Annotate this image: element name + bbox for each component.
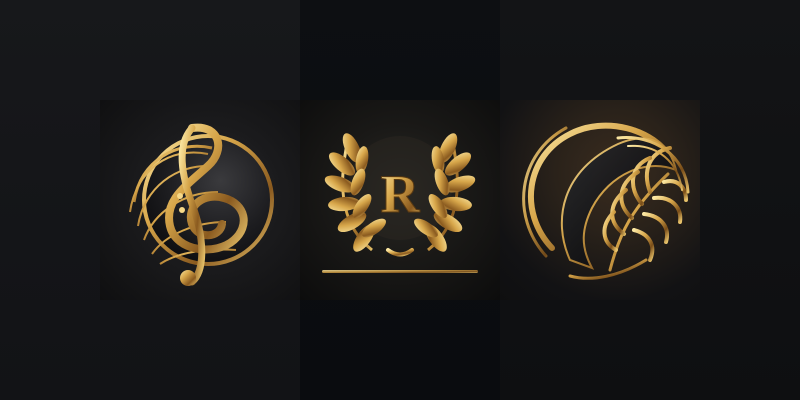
laurel-monogram-emblem-tile: R <box>300 100 500 300</box>
feather-icon <box>522 122 690 280</box>
treble-clef-emblem-tile <box>100 100 300 300</box>
monogram-letter: R <box>381 164 421 224</box>
laurel-wreath-icon: R <box>322 133 478 273</box>
feather-emblem-tile <box>500 100 700 300</box>
triptych-image: R <box>0 0 800 400</box>
treble-clef-icon <box>129 123 274 286</box>
